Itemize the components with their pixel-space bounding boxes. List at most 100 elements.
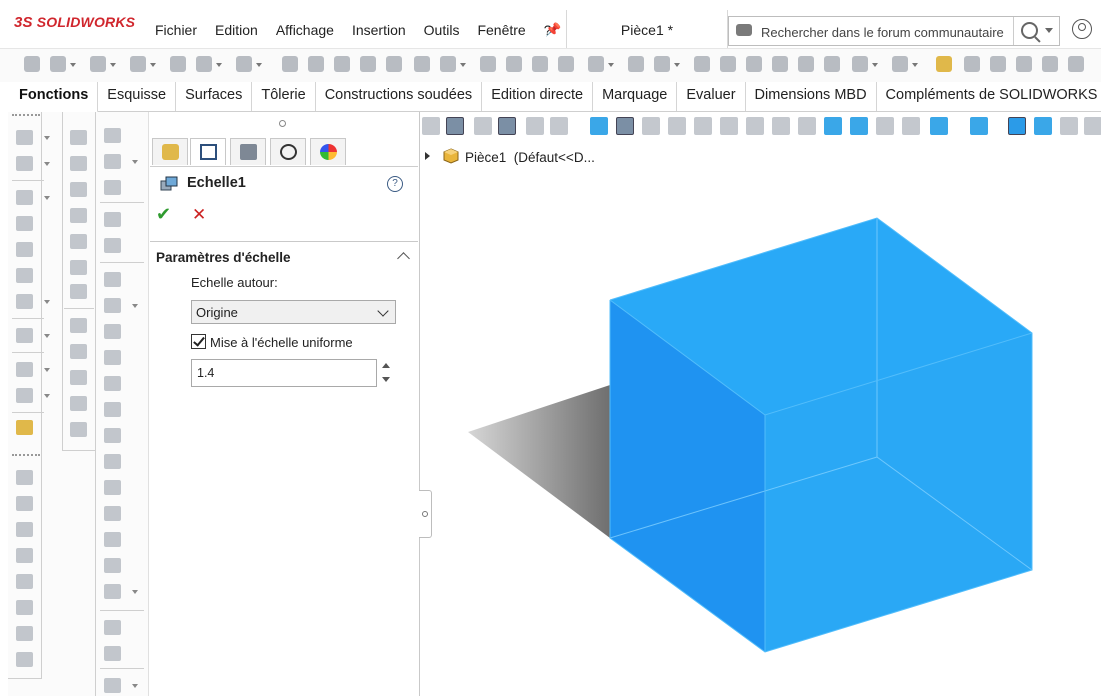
tab-dimxpert-manager[interactable]	[270, 138, 306, 165]
scale-factor-input[interactable]	[191, 359, 377, 387]
datum-feature-icon[interactable]	[16, 600, 33, 615]
part-icon[interactable]	[443, 148, 459, 164]
instant3d-icon[interactable]	[16, 420, 33, 435]
part-tree-label[interactable]: Pièce1 (Défaut<<D...	[465, 150, 595, 165]
uniform-scale-checkbox[interactable]	[191, 334, 206, 349]
help-icon[interactable]: ?	[387, 176, 403, 192]
table-icon[interactable]	[104, 678, 138, 693]
strip-c-icon-15[interactable]	[104, 506, 121, 521]
zoom-to-fit-icon[interactable]	[590, 117, 608, 135]
menu-insertion[interactable]: Insertion	[343, 14, 415, 42]
strip-c-icon-18[interactable]	[104, 584, 138, 599]
undo-icon[interactable]	[236, 56, 262, 72]
fillet-icon[interactable]	[588, 56, 614, 72]
revolve-icon[interactable]	[308, 56, 324, 72]
hud-icon-10[interactable]	[668, 117, 686, 135]
strip-c-icon-4[interactable]	[104, 212, 121, 227]
toolbar-extra-icon-4[interactable]	[1042, 56, 1058, 72]
print-icon[interactable]	[170, 56, 186, 72]
loft-icon[interactable]	[360, 56, 376, 72]
new-document-icon[interactable]	[50, 56, 76, 72]
balloon-icon[interactable]	[16, 496, 33, 511]
tab-constructions-soudees[interactable]: Constructions soudées	[316, 82, 483, 111]
strip-icon-2[interactable]	[16, 156, 50, 171]
strip-b-icon-8[interactable]	[70, 318, 87, 333]
home-icon[interactable]	[24, 56, 40, 72]
curves-icon[interactable]	[892, 56, 918, 72]
mirror-icon[interactable]	[824, 56, 840, 72]
strip-c-icon-7[interactable]	[104, 298, 138, 313]
zoom-area-icon[interactable]	[824, 117, 842, 135]
hud-icon-15[interactable]	[798, 117, 816, 135]
cut-revolve-icon[interactable]	[480, 56, 496, 72]
hud-view-icon-4[interactable]	[498, 117, 516, 135]
hole-callout-icon[interactable]	[16, 652, 33, 667]
hud-icon-14[interactable]	[772, 117, 790, 135]
surface-finish-icon[interactable]	[16, 548, 33, 563]
strip-icon-3[interactable]	[16, 190, 50, 205]
draft-icon[interactable]	[720, 56, 736, 72]
strip-b-icon-11[interactable]	[70, 396, 87, 411]
solidworks-logo[interactable]: 3S SOLIDWORKS	[14, 14, 135, 31]
text-icon[interactable]	[104, 272, 121, 287]
search-input[interactable]	[759, 21, 1008, 43]
wrap-icon[interactable]	[772, 56, 788, 72]
pattern-icon[interactable]	[654, 56, 680, 72]
hud-icon-11[interactable]	[694, 117, 712, 135]
tab-surfaces[interactable]: Surfaces	[176, 82, 253, 111]
strip-b-icon-2[interactable]	[70, 156, 87, 171]
save-icon[interactable]	[130, 56, 156, 72]
tab-tolerie[interactable]: Tôlerie	[252, 82, 316, 111]
strip-c-icon-8[interactable]	[104, 324, 121, 339]
chamfer-icon[interactable]	[628, 56, 644, 72]
spin-up-icon[interactable]	[382, 363, 390, 368]
tab-fonctions[interactable]: Fonctions	[0, 82, 99, 113]
user-icon[interactable]	[1072, 19, 1092, 39]
display-style-icon[interactable]	[1008, 117, 1026, 135]
hud-icon-25[interactable]	[1084, 117, 1101, 135]
tree-expander[interactable]	[425, 152, 430, 160]
ok-button[interactable]: ✔	[156, 204, 171, 225]
tab-marquage[interactable]: Marquage	[593, 82, 678, 111]
menu-fenetre[interactable]: Fenêtre	[468, 14, 534, 42]
strip-b-icon-7[interactable]	[70, 284, 87, 299]
strip-icon-9[interactable]	[16, 362, 50, 377]
strip-icon-1[interactable]	[16, 130, 50, 145]
hud-icon-13[interactable]	[746, 117, 764, 135]
strip-b-icon-9[interactable]	[70, 344, 87, 359]
hud-view-icon-8[interactable]	[616, 117, 634, 135]
uniform-scale-label[interactable]: Mise à l'échelle uniforme	[210, 335, 353, 350]
hud-icon-24[interactable]	[1060, 117, 1078, 135]
group-title[interactable]: Paramètres d'échelle	[156, 250, 291, 265]
tab-complements[interactable]: Compléments de SOLIDWORKS	[877, 82, 1101, 111]
hud-icon-3[interactable]	[474, 117, 492, 135]
hud-view-icon-2[interactable]	[446, 117, 464, 135]
strip-b-icon-6[interactable]	[70, 260, 87, 275]
strip-c-icon-5[interactable]	[104, 238, 121, 253]
open-icon[interactable]	[90, 56, 116, 72]
strip-b-icon-12[interactable]	[70, 422, 87, 437]
boundary-icon[interactable]	[386, 56, 402, 72]
strip-b-icon-3[interactable]	[70, 182, 87, 197]
instant3d-icon[interactable]	[936, 56, 952, 72]
menu-fichier[interactable]: Fichier	[146, 14, 206, 42]
menu-outils[interactable]: Outils	[415, 14, 469, 42]
hud-icon-6[interactable]	[550, 117, 568, 135]
toolbar-extra-icon-1[interactable]	[964, 56, 980, 72]
section-view-icon[interactable]	[970, 117, 988, 135]
strip-c-icon-1[interactable]	[104, 128, 121, 143]
cut-sweep-icon[interactable]	[506, 56, 522, 72]
hud-icon-5[interactable]	[526, 117, 544, 135]
gear-icon[interactable]	[196, 56, 222, 72]
strip-icon-8[interactable]	[16, 328, 50, 343]
tab-evaluer[interactable]: Evaluer	[677, 82, 746, 111]
sweep-icon[interactable]	[334, 56, 350, 72]
cut-boundary-icon[interactable]	[558, 56, 574, 72]
search-box[interactable]	[728, 16, 1060, 46]
hole-icon[interactable]	[440, 56, 466, 72]
view-orientation-icon[interactable]	[930, 117, 948, 135]
tab-feature-manager[interactable]	[152, 138, 188, 165]
strip-icon-6[interactable]	[16, 268, 33, 283]
strip-icon-4[interactable]	[16, 216, 33, 231]
tab-esquisse[interactable]: Esquisse	[98, 82, 177, 111]
